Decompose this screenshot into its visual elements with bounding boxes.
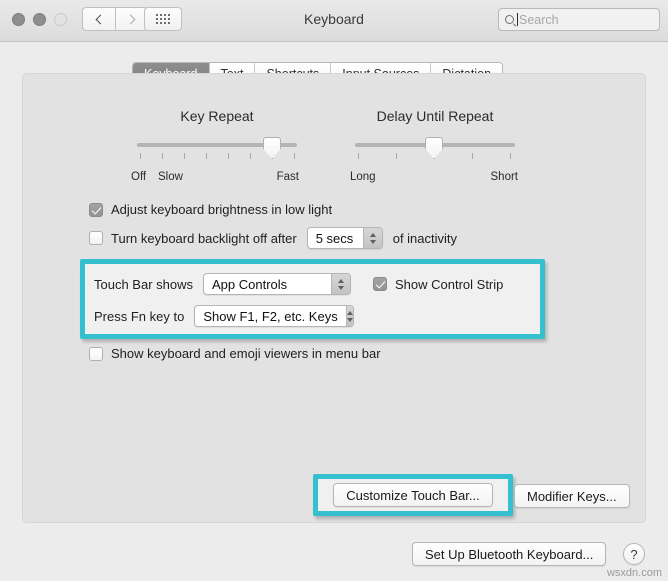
- touch-bar-shows-value: App Controls: [212, 276, 288, 292]
- delay-repeat-slider-group: Delay Until Repeat Long Short: [350, 108, 518, 187]
- chevron-up-icon: [347, 310, 353, 315]
- touch-bar-shows-popup[interactable]: App Controls: [203, 273, 351, 295]
- modifier-keys-button[interactable]: Modifier Keys...: [514, 484, 630, 508]
- window-titlebar: Keyboard Search: [0, 0, 668, 42]
- key-repeat-title: Key Repeat: [180, 108, 254, 124]
- touch-bar-shows-label: Touch Bar shows: [94, 276, 193, 292]
- backlight-duration-stepper[interactable]: [362, 228, 382, 248]
- key-repeat-labels: Off Slow Fast: [131, 171, 299, 187]
- show-viewers-row[interactable]: Show keyboard and emoji viewers in menu …: [89, 346, 381, 361]
- backlight-off-checkbox[interactable]: [89, 231, 103, 245]
- press-fn-key-popup[interactable]: Show F1, F2, etc. Keys: [194, 305, 355, 327]
- key-repeat-slider[interactable]: [137, 137, 297, 171]
- keyboard-settings-panel: Key Repeat Off Slow Fast Delay Until Rep…: [22, 73, 646, 523]
- chevron-down-icon: [338, 285, 344, 290]
- customize-touch-bar-button[interactable]: Customize Touch Bar...: [333, 483, 493, 507]
- backlight-off-label: Turn keyboard backlight off after: [111, 230, 297, 246]
- touch-bar-shows-stepper[interactable]: [331, 274, 350, 294]
- show-control-strip-label: Show Control Strip: [395, 276, 504, 292]
- delay-repeat-labels: Long Short: [350, 171, 518, 187]
- chevron-up-icon: [369, 232, 376, 237]
- key-repeat-fast-label: Fast: [276, 171, 299, 183]
- adjust-brightness-checkbox[interactable]: [89, 202, 103, 217]
- search-placeholder: Search: [519, 12, 559, 27]
- backlight-duration-value: 5 secs: [315, 230, 354, 246]
- backlight-off-suffix-label: of inactivity: [392, 230, 458, 246]
- set-up-bluetooth-keyboard-button[interactable]: Set Up Bluetooth Keyboard...: [412, 542, 607, 566]
- key-repeat-slider-group: Key Repeat Off Slow Fast: [131, 108, 299, 187]
- backlight-duration-popup[interactable]: 5 secs: [306, 227, 383, 249]
- customize-touch-bar-highlight-box: Customize Touch Bar...: [313, 474, 513, 516]
- chevron-down-icon: [369, 239, 376, 244]
- touch-bar-highlight-box: Touch Bar shows App Controls Show Contro…: [80, 259, 545, 339]
- search-field[interactable]: Search: [498, 8, 660, 31]
- show-viewers-checkbox[interactable]: [89, 346, 103, 361]
- show-control-strip-checkbox[interactable]: [373, 277, 387, 291]
- delay-repeat-short-label: Short: [490, 171, 519, 183]
- touch-bar-shows-row: Touch Bar shows App Controls Show Contro…: [94, 273, 503, 295]
- chevron-down-icon: [347, 317, 353, 322]
- help-button[interactable]: ?: [623, 543, 645, 565]
- watermark: wsxdn.com: [606, 567, 662, 579]
- delay-repeat-title: Delay Until Repeat: [376, 108, 494, 124]
- show-viewers-label: Show keyboard and emoji viewers in menu …: [111, 346, 381, 361]
- press-fn-key-row: Press Fn key to Show F1, F2, etc. Keys: [94, 305, 355, 327]
- key-repeat-slow-label: Slow: [158, 171, 183, 183]
- delay-repeat-long-label: Long: [350, 171, 376, 183]
- press-fn-key-label: Press Fn key to: [94, 308, 185, 324]
- backlight-off-row[interactable]: Turn keyboard backlight off after 5 secs…: [89, 227, 457, 249]
- press-fn-key-value: Show F1, F2, etc. Keys: [203, 308, 338, 324]
- search-icon: [505, 15, 514, 24]
- press-fn-key-stepper[interactable]: [345, 306, 354, 326]
- adjust-brightness-row[interactable]: Adjust keyboard brightness in low light: [89, 202, 332, 217]
- adjust-brightness-label: Adjust keyboard brightness in low light: [111, 202, 333, 217]
- chevron-up-icon: [338, 278, 344, 283]
- text-caret: [517, 13, 518, 26]
- key-repeat-off-label: Off: [131, 171, 147, 183]
- delay-repeat-slider[interactable]: [355, 137, 515, 171]
